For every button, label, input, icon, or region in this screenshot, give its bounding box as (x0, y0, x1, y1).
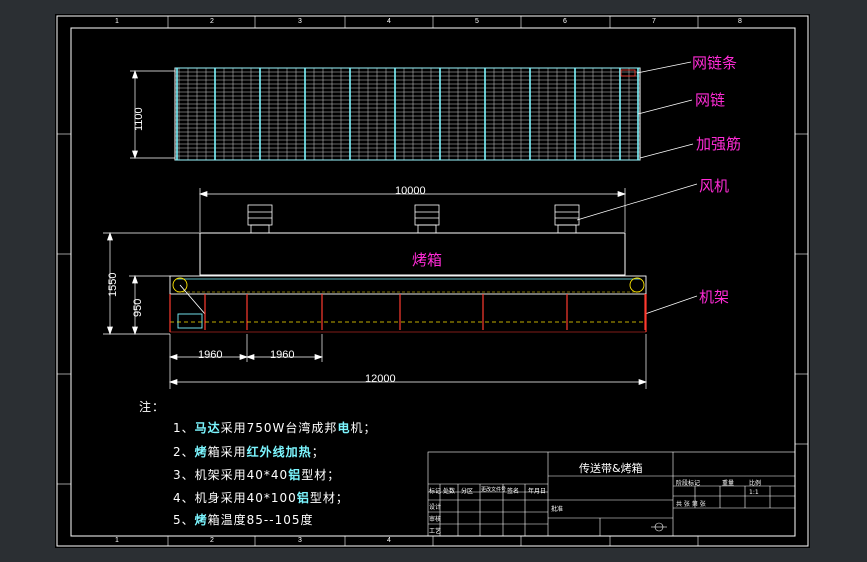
note-2: 2、烤箱采用红外线加热； (173, 445, 325, 459)
fan-group (244, 204, 583, 234)
grid-num-2: 2 (210, 18, 214, 25)
title-block-mark-1: 处数 (443, 488, 456, 495)
grid-num-2-bottom: 2 (210, 537, 214, 544)
label-frame: 机架 (699, 288, 730, 306)
dim-1960-b: 1960 (270, 349, 295, 361)
dim-950: 950 (132, 298, 144, 317)
label-mesh-chain: 网链 (695, 91, 726, 109)
title-block-scale: 比例 (749, 480, 762, 487)
title-block-check: 审核 (429, 516, 442, 523)
dim-1550: 1550 (107, 272, 119, 297)
title-block-mark-2: 分区 (461, 488, 474, 495)
grid-num-1-bottom: 1 (115, 537, 119, 544)
title-block-design: 设计 (429, 504, 442, 511)
label-fan: 风机 (699, 177, 730, 195)
title-block-mark-0: 标记 (429, 488, 442, 495)
fan-motor (414, 204, 440, 226)
dim-1960-a: 1960 (198, 349, 223, 361)
title-block-sheet: 共 张 第 张 (676, 501, 706, 508)
label-mesh-belt-strip: 网链条 (692, 54, 738, 72)
title-block-stage: 阶段标记 (676, 480, 701, 487)
grid-num-4-bottom: 4 (387, 537, 391, 544)
frame-legs (204, 294, 646, 330)
grid-num-5: 5 (475, 18, 479, 25)
grid-num-7: 7 (652, 18, 656, 25)
title-block-scale-value: 1:1 (749, 489, 759, 496)
title-block-mark-5: 年月日 (528, 488, 547, 495)
title-block-craft: 工艺 (429, 528, 442, 535)
grid-num-4: 4 (387, 18, 391, 25)
frame-base (169, 294, 647, 333)
title-block-mark-3: 更改文件号 (481, 487, 507, 493)
fan-motor (247, 204, 273, 226)
mesh-belt-top-view (174, 67, 641, 161)
grid-num-3: 3 (298, 18, 302, 25)
dim-12000: 12000 (365, 373, 396, 385)
fan-base (250, 224, 270, 234)
title-block-weight: 重量 (722, 480, 735, 487)
grid-num-8: 8 (738, 18, 742, 25)
dim-1100: 1100 (133, 107, 145, 131)
note-5: 5、烤箱温度85--105度 (173, 513, 314, 527)
note-1: 1、马达采用750W台湾成邦电机； (173, 421, 377, 435)
grid-num-1: 1 (115, 18, 119, 25)
drawing-sheet: 1 2 3 4 5 6 7 8 1 2 3 4 网链条 网链 加强筋 风机 机架… (55, 14, 810, 548)
label-oven: 烤箱 (412, 251, 443, 269)
fan-base (557, 224, 577, 234)
title-block-mark-4: 签名 (507, 488, 520, 495)
note-4: 4、机身采用40*100铝型材； (173, 491, 349, 505)
dim-10000: 10000 (395, 185, 426, 197)
label-stiffener: 加强筋 (696, 135, 742, 153)
fan-motor (554, 204, 580, 226)
notes-heading: 注： (139, 400, 166, 414)
fan-base (417, 224, 437, 234)
grid-num-3-bottom: 3 (298, 537, 302, 544)
title-block-drawing-title: 传送带&烤箱 (579, 462, 643, 475)
title-block-approve: 批准 (551, 506, 564, 513)
conveyor-body (169, 275, 647, 329)
note-3: 3、机架采用40*40铝型材； (173, 468, 341, 482)
grid-num-6: 6 (563, 18, 567, 25)
dim-bottom-lines (168, 334, 648, 389)
